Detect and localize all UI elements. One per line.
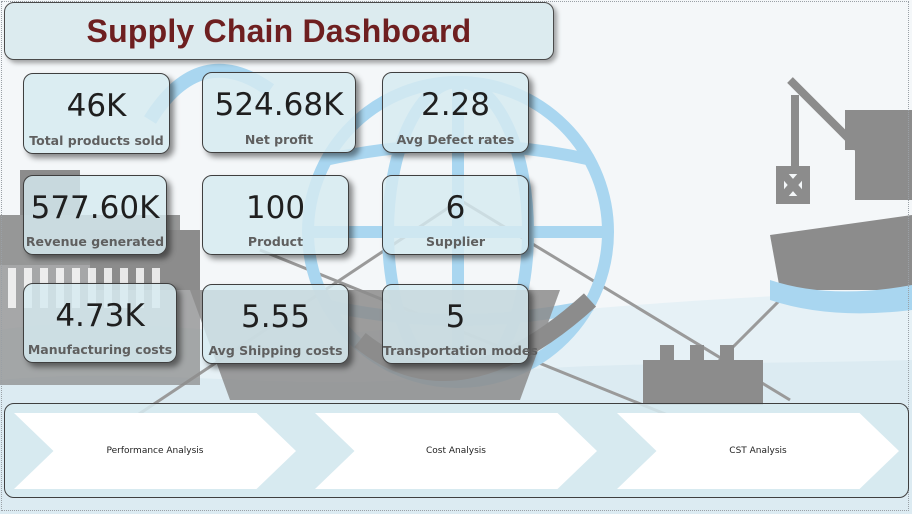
- kpi-label: Product: [247, 234, 304, 249]
- kpi-label: Manufacturing costs: [27, 342, 173, 357]
- kpi-label: Net profit: [244, 132, 314, 147]
- kpi-card-avg-shipping-costs[interactable]: 5.55 Avg Shipping costs: [202, 284, 349, 364]
- kpi-card-supplier[interactable]: 6 Supplier: [382, 175, 529, 255]
- nav-button-performance-analysis[interactable]: Performance Analysis: [14, 413, 296, 489]
- nav-button-cst-analysis[interactable]: CST Analysis: [617, 413, 899, 489]
- kpi-card-product[interactable]: 100 Product: [202, 175, 349, 255]
- kpi-card-total-products-sold[interactable]: 46K Total products sold: [23, 73, 170, 154]
- kpi-label: Total products sold: [29, 133, 164, 148]
- kpi-value: 524.68K: [214, 87, 344, 123]
- kpi-card-manufacturing-costs[interactable]: 4.73K Manufacturing costs: [23, 283, 177, 363]
- kpi-value: 46K: [66, 88, 127, 124]
- page-title: Supply Chain Dashboard: [86, 12, 472, 49]
- title-banner: Supply Chain Dashboard: [4, 2, 554, 60]
- kpi-value: 100: [245, 190, 306, 226]
- kpi-label: Transportation modes: [383, 343, 538, 358]
- kpi-value: 577.60K: [30, 190, 160, 226]
- kpi-card-avg-defect-rates[interactable]: 2.28 Avg Defect rates: [382, 72, 529, 153]
- kpi-label: Supplier: [425, 234, 485, 249]
- nav-button-cost-analysis[interactable]: Cost Analysis: [315, 413, 597, 489]
- kpi-card-revenue-generated[interactable]: 577.60K Revenue generated: [23, 175, 167, 255]
- nav-button-label: CST Analysis: [729, 446, 787, 456]
- kpi-value: 2.28: [420, 87, 491, 123]
- kpi-value: 5.55: [240, 299, 311, 335]
- kpi-label: Revenue generated: [25, 234, 165, 249]
- kpi-value: 6: [445, 190, 466, 226]
- kpi-value: 5: [445, 299, 466, 335]
- kpi-label: Avg Defect rates: [396, 132, 515, 147]
- kpi-value: 4.73K: [55, 298, 145, 334]
- kpi-card-transportation-modes[interactable]: 5 Transportation modes: [382, 284, 538, 364]
- nav-button-label: Cost Analysis: [426, 446, 486, 456]
- nav-button-label: Performance Analysis: [106, 446, 204, 456]
- kpi-card-net-profit[interactable]: 524.68K Net profit: [202, 72, 356, 153]
- kpi-label: Avg Shipping costs: [208, 343, 343, 358]
